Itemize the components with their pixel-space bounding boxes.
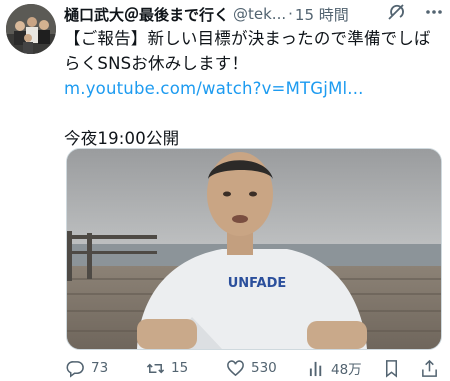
reply-count: 73	[91, 360, 109, 376]
bookmark-icon	[385, 359, 398, 378]
reply-button[interactable]: 73	[66, 357, 108, 379]
tweet-text-line-2: らくSNSお休みします！	[64, 54, 249, 73]
tweet-text-blank	[64, 101, 442, 126]
retweet-icon	[146, 363, 165, 373]
tweet-link[interactable]: m.youtube.com/watch?v=MTGjMl...	[64, 76, 442, 101]
tweet-time[interactable]: 15 時間	[295, 4, 349, 25]
shirt-logo-text: UNFADE	[228, 276, 287, 291]
author-handle[interactable]: @tek...	[233, 5, 286, 23]
separator-dot: ·	[288, 5, 293, 23]
author-name[interactable]: 樋口武大＠最後まで行く	[64, 4, 229, 25]
like-count: 530	[251, 360, 277, 376]
views-count: 48万	[331, 362, 362, 378]
heart-icon	[227, 359, 244, 376]
avatar[interactable]	[6, 4, 56, 54]
retweet-count: 15	[171, 360, 189, 376]
share-icon	[422, 359, 437, 377]
tweet-text: 【ご報告】新しい目標が決まったので準備でしば らくSNSお休みします！ m.yo…	[64, 26, 442, 151]
action-bar: 73 15 530 48万	[66, 357, 450, 379]
retweet-button[interactable]: 15	[146, 357, 188, 379]
grok-icon[interactable]	[386, 2, 406, 26]
tweet-text-line-1: 【ご報告】新しい目標が決まったので準備でしば	[64, 29, 431, 48]
bookmark-button[interactable]	[382, 357, 401, 379]
video-thumbnail[interactable]: UNFADE	[66, 148, 442, 350]
share-button[interactable]	[420, 357, 439, 379]
like-button[interactable]: 530	[226, 357, 277, 379]
tweet-header: 樋口武大＠最後まで行く @tek... · 15 時間	[64, 3, 444, 25]
reply-icon	[66, 360, 84, 378]
views-icon	[309, 361, 322, 376]
more-icon[interactable]	[424, 2, 444, 26]
views-button[interactable]: 48万	[308, 357, 362, 379]
